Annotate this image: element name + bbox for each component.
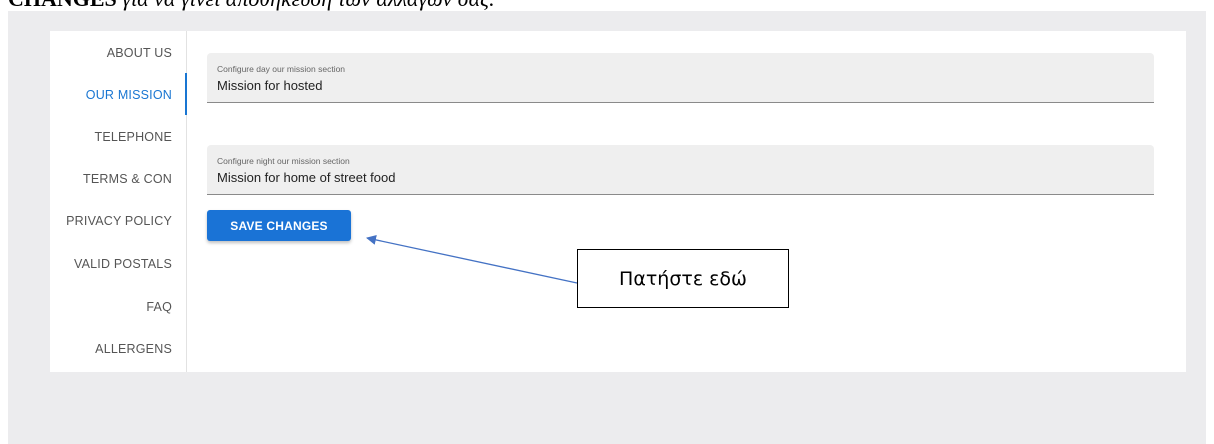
- tab-label: TERMS & CON: [82, 172, 172, 186]
- night-mission-field-value[interactable]: Mission for home of street food: [217, 170, 395, 185]
- day-mission-field[interactable]: Configure day our mission section Missio…: [207, 53, 1154, 103]
- tab-label: VALID POSTALS: [73, 257, 172, 271]
- app-screenshot: ABOUT US OUR MISSION TELEPHONE TERMS & C…: [8, 11, 1206, 444]
- tab-valid-postals[interactable]: VALID POSTALS: [50, 242, 186, 286]
- tab-label: FAQ: [146, 300, 172, 314]
- tab-our-mission[interactable]: OUR MISSION: [50, 73, 187, 117]
- tab-telephone[interactable]: TELEPHONE: [50, 115, 186, 159]
- tab-about-us[interactable]: ABOUT US: [50, 31, 186, 75]
- night-mission-field[interactable]: Configure night our mission section Miss…: [207, 145, 1154, 195]
- tab-terms-and-conditions[interactable]: TERMS & CON: [50, 157, 186, 201]
- vertical-tabs: ABOUT US OUR MISSION TELEPHONE TERMS & C…: [50, 31, 187, 372]
- day-mission-field-value[interactable]: Mission for hosted: [217, 78, 323, 93]
- settings-card: ABOUT US OUR MISSION TELEPHONE TERMS & C…: [50, 31, 1186, 372]
- save-changes-button[interactable]: SAVE CHANGES: [207, 210, 351, 241]
- tab-label: ABOUT US: [106, 46, 172, 60]
- callout-text: Πατήστε εδώ: [619, 267, 747, 290]
- tab-privacy-policy[interactable]: PRIVACY POLICY: [50, 199, 186, 243]
- tab-label: PRIVACY POLICY: [66, 214, 172, 228]
- tab-label: TELEPHONE: [94, 130, 172, 144]
- tab-label: ALLERGENS: [95, 342, 172, 356]
- tab-label: OUR MISSION: [85, 88, 172, 102]
- document-heading-text: για να γίνει αποθήκευση των αλλαγών σας.: [117, 0, 494, 11]
- tab-faq[interactable]: FAQ: [50, 285, 186, 329]
- document-heading-bold: CHANGES: [8, 0, 117, 11]
- night-mission-field-label: Configure night our mission section: [217, 156, 350, 166]
- day-mission-field-label: Configure day our mission section: [217, 64, 346, 74]
- callout-box: Πατήστε εδώ: [577, 249, 789, 308]
- tab-allergens[interactable]: ALLERGENS: [50, 327, 186, 371]
